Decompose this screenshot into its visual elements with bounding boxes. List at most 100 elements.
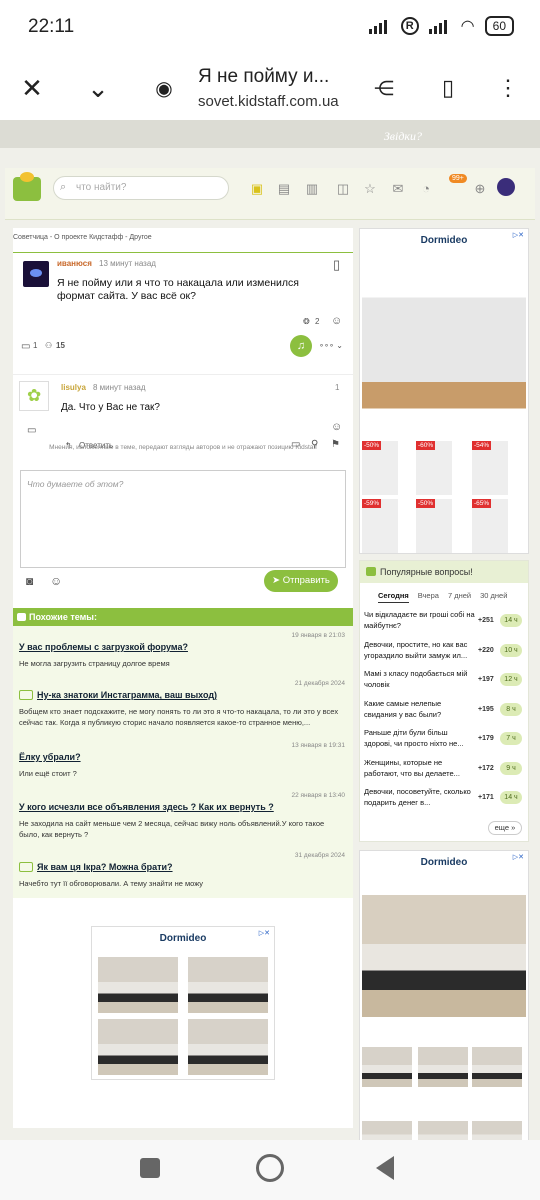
send-button[interactable]: ➤ Отправить: [264, 570, 338, 592]
ad-product-image[interactable]: [98, 1019, 178, 1075]
camera-icon[interactable]: ◙: [26, 574, 33, 588]
more-vert-icon[interactable]: ⋮: [490, 70, 526, 106]
ad-thumb[interactable]: -50%: [416, 499, 452, 553]
question-age-badge: 14 ч: [500, 791, 522, 804]
subscribe-bell-icon[interactable]: ♫: [290, 335, 312, 357]
tab-7-days[interactable]: 7 дней: [448, 591, 471, 603]
list-item[interactable]: Чи відкладаєте ви гроші собі на майбутнє…: [364, 609, 526, 637]
ad-thumb[interactable]: -59%: [362, 499, 398, 553]
more-label: еще: [494, 823, 510, 832]
topic-title[interactable]: Ну-ка знатоки Инстаграмма, ваш выход): [37, 690, 217, 700]
close-icon[interactable]: ✕: [14, 70, 50, 106]
tab-30-days[interactable]: 30 дней: [480, 591, 507, 603]
author-avatar[interactable]: [23, 261, 49, 287]
question-text[interactable]: Мамі з класу подобається мій чоловік: [364, 668, 476, 690]
ad-thumb[interactable]: -54%: [472, 441, 508, 495]
emoji-icon[interactable]: ☺: [50, 574, 62, 588]
back-icon[interactable]: [376, 1156, 394, 1180]
post-time: 13 минут назад: [99, 259, 156, 268]
bookmark-icon[interactable]: ▯: [430, 70, 466, 106]
composer-toolbar: ◙ ☺ ➤ Отправить: [20, 570, 346, 592]
store-icon[interactable]: ▥: [303, 180, 321, 198]
catalog-icon[interactable]: ▤: [275, 180, 293, 198]
ad-thumb[interactable]: [472, 1047, 522, 1087]
ad-thumb[interactable]: [362, 1047, 412, 1087]
ad-thumb[interactable]: [472, 1121, 522, 1140]
question-text[interactable]: Девочки, посоветуйте, сколько подарить д…: [364, 786, 476, 808]
recents-icon[interactable]: [140, 1158, 160, 1178]
ad-choices-icon[interactable]: ▷✕: [513, 853, 524, 861]
list-item[interactable]: 13 января в 19:31 Ёлку убрали? Или ещё с…: [13, 742, 353, 788]
emoji-icon[interactable]: ☺: [331, 421, 342, 433]
list-item[interactable]: 31 декабря 2024 Як вам ця Ікра? Можна бр…: [13, 852, 353, 896]
incognito-eye-icon[interactable]: ◉: [146, 70, 182, 106]
page-url[interactable]: sovet.kidstaff.com.ua: [198, 93, 339, 110]
ad-choices-icon[interactable]: ▷✕: [259, 929, 270, 937]
topic-title[interactable]: Ёлку убрали?: [19, 752, 81, 762]
question-text[interactable]: Чи відкладаєте ви гроші собі на майбутнє…: [364, 609, 476, 631]
ad-banner-top[interactable]: ▷✕ Dormideo -50% -60% -54% -59% -50% -65…: [359, 228, 529, 554]
send-label: Отправить: [282, 575, 330, 586]
list-item[interactable]: Какие самые нелепые свидания у вас были?…: [364, 698, 526, 726]
list-item[interactable]: Раньше діти були більш здорові, чи прост…: [364, 727, 526, 755]
reaction-count: 2: [315, 317, 320, 326]
reaction-icon[interactable]: ❂: [303, 317, 310, 326]
ad-product-image[interactable]: [98, 957, 178, 1013]
tab-today[interactable]: Сегодня: [378, 591, 409, 603]
ad-thumb[interactable]: [362, 1121, 412, 1140]
reply-avatar[interactable]: [19, 381, 49, 411]
bell-icon[interactable]: ◔: [417, 180, 435, 198]
ad-banner-side[interactable]: ▷✕ Dormideo: [359, 850, 529, 1140]
list-item[interactable]: 22 января в 13:40 У кого исчезли все объ…: [13, 792, 353, 850]
ad-thumb[interactable]: [418, 1121, 468, 1140]
more-icon[interactable]: ∘∘∘ ⌄: [319, 341, 343, 350]
reply-author[interactable]: lisulya: [61, 383, 86, 392]
ad-thumb[interactable]: [418, 1047, 468, 1087]
ad-hero-image[interactable]: [362, 259, 526, 435]
ad-choices-icon[interactable]: ▷✕: [513, 231, 524, 239]
signal-icon-2: [428, 18, 451, 34]
breadcrumb[interactable]: Советчица - О проекте Кидстафф - Другое: [13, 234, 152, 241]
question-text[interactable]: Девочки, простите, но как вас угораздило…: [364, 639, 476, 661]
bookmark-icon[interactable]: ▯: [333, 257, 340, 273]
comment-icon[interactable]: ▭: [21, 341, 30, 352]
question-text[interactable]: Какие самые нелепые свидания у вас были?: [364, 698, 476, 720]
ad-product-image[interactable]: [188, 957, 268, 1013]
share-icon[interactable]: ⋲: [366, 70, 402, 106]
question-text[interactable]: Женщины, которые не работают, что вы дел…: [364, 757, 476, 779]
search-input[interactable]: ⌕ что найти?: [53, 176, 229, 200]
list-item[interactable]: Девочки, простите, но как вас угораздило…: [364, 639, 526, 667]
bag-icon[interactable]: ◫: [334, 180, 352, 198]
topic-title[interactable]: У кого исчезли все объявления здесь ? Ка…: [19, 802, 274, 812]
add-icon[interactable]: ⊕: [471, 180, 489, 198]
send-icon: ➤: [272, 575, 283, 586]
list-item[interactable]: Женщины, которые не работают, что вы дел…: [364, 757, 526, 785]
ad-hero-image[interactable]: [362, 895, 526, 1017]
avatar[interactable]: [497, 178, 515, 196]
topic-title[interactable]: У вас проблемы с загрузкой форума?: [19, 642, 188, 652]
comment-textarea[interactable]: Что думаете об этом?: [20, 470, 346, 568]
tab-yesterday[interactable]: Вчера: [418, 591, 439, 603]
quote-icon[interactable]: ▭: [27, 425, 36, 436]
home-icon[interactable]: [256, 1154, 284, 1182]
question-text[interactable]: Раньше діти були більш здорові, чи прост…: [364, 727, 476, 749]
emoji-icon[interactable]: ☺: [331, 315, 342, 327]
star-icon[interactable]: ☆: [361, 180, 379, 198]
chevron-down-icon[interactable]: ⌄: [80, 70, 116, 106]
participants-count: 15: [56, 341, 65, 350]
ad-thumb[interactable]: -50%: [362, 441, 398, 495]
ad-banner-bottom[interactable]: ▷✕ Dormideo: [91, 926, 275, 1080]
ad-thumb[interactable]: -60%: [416, 441, 452, 495]
kid-icon[interactable]: ▣: [248, 180, 266, 198]
list-item[interactable]: 19 января в 21:03 У вас проблемы с загру…: [13, 630, 353, 676]
list-item[interactable]: Девочки, посоветуйте, сколько подарить д…: [364, 786, 526, 814]
more-button[interactable]: еще »: [488, 821, 522, 835]
post-author[interactable]: иванюся: [57, 259, 92, 268]
mail-icon[interactable]: ✉: [389, 180, 407, 198]
list-item[interactable]: 21 декабря 2024 Ну-ка знатоки Инстаграмм…: [13, 680, 353, 740]
topic-title[interactable]: Як вам ця Ікра? Можна брати?: [37, 862, 173, 872]
ad-product-image[interactable]: [188, 1019, 268, 1075]
list-item[interactable]: Мамі з класу подобається мій чоловік +197…: [364, 668, 526, 696]
ad-thumb[interactable]: -65%: [472, 499, 508, 553]
kidstaff-logo[interactable]: [13, 172, 41, 201]
